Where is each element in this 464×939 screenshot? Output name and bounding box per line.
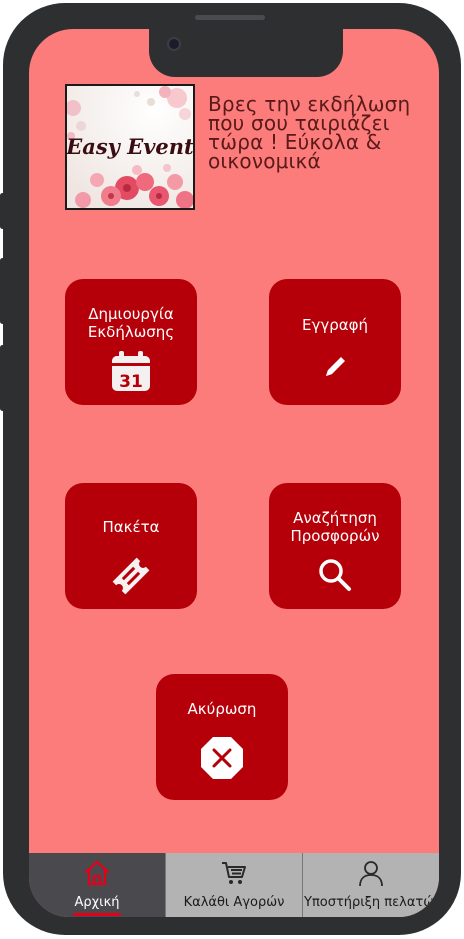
calendar-day: 31: [119, 372, 143, 392]
search-offers-label: Αναζήτηση Προσφορών: [290, 509, 380, 545]
app-screen: Easy Event Βρες την εκδήλωση που σου ται…: [29, 29, 439, 917]
register-label: Εγγραφή: [301, 316, 369, 334]
logo-artwork: Easy Event: [67, 86, 193, 208]
ticket-icon: [112, 557, 150, 595]
nav-support[interactable]: Υποστήριξη πελατών: [302, 853, 439, 917]
user-icon: [359, 861, 383, 887]
register-button[interactable]: Εγγραφή: [269, 279, 401, 405]
nav-support-label: Υποστήριξη πελατών: [304, 895, 439, 910]
bottom-navigation: Αρχική Καλάθι Αγορών Υποστήριξη πελατών: [29, 853, 439, 917]
easy-event-logo: Easy Event: [65, 84, 195, 210]
active-tab-indicator: [73, 913, 121, 916]
cart-icon: [222, 862, 246, 884]
create-event-button[interactable]: Δημιουργία Εκδήλωσης 31: [65, 279, 197, 405]
nav-home-label: Αρχική: [74, 895, 120, 910]
pencil-icon: [326, 357, 345, 376]
cancel-octagon-icon: [201, 737, 243, 779]
home-icon: [84, 860, 110, 886]
nav-home[interactable]: Αρχική: [29, 853, 165, 917]
nav-cart[interactable]: Καλάθι Αγορών: [165, 853, 302, 917]
logo-text: Easy Event: [67, 134, 193, 159]
tagline-text: Βρες την εκδήλωση που σου ταιριάζει τώρα…: [208, 92, 411, 173]
phone-notch: [149, 29, 343, 77]
volume-up-button: [0, 258, 5, 324]
calendar-icon: 31: [112, 351, 150, 392]
create-event-label: Δημιουργία Εκδήλωσης: [87, 305, 175, 341]
packages-button[interactable]: Πακέτα: [65, 483, 197, 609]
mute-switch: [0, 193, 5, 229]
cancel-button[interactable]: Ακύρωση: [156, 674, 288, 800]
phone-frame: Easy Event Βρες την εκδήλωση που σου ται…: [0, 3, 461, 935]
search-offers-button[interactable]: Αναζήτηση Προσφορών: [269, 483, 401, 609]
packages-label: Πακέτα: [102, 518, 160, 536]
earpiece-speaker: [195, 15, 265, 20]
cancel-label: Ακύρωση: [187, 700, 257, 718]
search-icon: [319, 559, 351, 591]
front-camera: [167, 37, 181, 51]
volume-down-button: [0, 345, 5, 411]
nav-cart-label: Καλάθι Αγορών: [183, 895, 285, 910]
